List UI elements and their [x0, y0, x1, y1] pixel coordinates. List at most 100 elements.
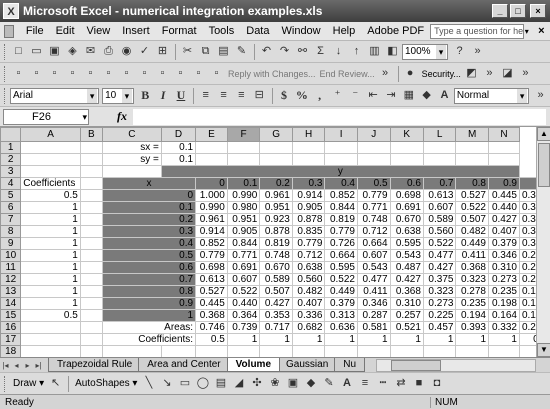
font-color-icon[interactable]: A [338, 375, 355, 392]
cell[interactable] [20, 345, 81, 357]
toolbar-options-icon[interactable]: » [517, 65, 534, 82]
cell[interactable] [291, 345, 326, 357]
new-icon[interactable]: □ [10, 43, 27, 60]
close-button[interactable]: × [530, 4, 546, 18]
row-header[interactable]: 10 [0, 249, 22, 262]
column-header[interactable]: B [79, 127, 103, 142]
data-cell[interactable]: 1.000 [195, 189, 228, 202]
toolbar-grip[interactable] [4, 65, 7, 82]
data-cell[interactable]: 0.164 [488, 309, 520, 322]
column-coefficient[interactable]: 1 [324, 333, 358, 346]
data-cell[interactable]: 0.313 [324, 309, 358, 322]
menu-view[interactable]: View [81, 23, 117, 40]
spelling-icon[interactable]: ✓ [136, 43, 153, 60]
y-value-header[interactable]: 0.9 [488, 177, 520, 190]
cell[interactable] [20, 165, 81, 178]
fill-color-icon[interactable]: ◆ [302, 375, 319, 392]
cell[interactable] [20, 333, 81, 346]
cell[interactable] [79, 273, 103, 286]
row-header[interactable]: 16 [0, 321, 22, 334]
row-header[interactable]: 6 [0, 201, 22, 214]
last-sheet-icon[interactable]: ▸| [33, 359, 44, 372]
column-coefficient[interactable]: 1 [422, 333, 457, 346]
row-header[interactable]: 14 [0, 297, 22, 310]
tab-area-and-center[interactable]: Area and Center [138, 358, 230, 372]
data-cell[interactable]: 0.368 [195, 309, 228, 322]
menu-tools[interactable]: Tools [203, 23, 241, 40]
areas-label[interactable]: Areas: [101, 321, 197, 334]
permission-icon[interactable]: ◈ [64, 43, 81, 60]
open-icon[interactable]: ▭ [28, 43, 45, 60]
visual-basic-icon[interactable]: ◩ [463, 65, 480, 82]
data-cell[interactable]: 0.449 [455, 237, 489, 250]
chart-wizard-icon[interactable]: ▥ [366, 43, 383, 60]
data-cell[interactable]: 0.595 [324, 261, 358, 274]
data-cell[interactable]: 0.487 [389, 261, 424, 274]
align-center-icon[interactable]: ≡ [215, 87, 232, 104]
coefficients-header[interactable]: Coefficients [20, 177, 81, 190]
cell[interactable] [195, 345, 228, 357]
currency-button[interactable]: $ [276, 87, 293, 104]
column-coefficient[interactable]: 0.5 [195, 333, 228, 346]
decrease-indent-icon[interactable]: ⇤ [365, 87, 382, 104]
tab-trapezoidal-rule[interactable]: Trapezoidal Rule [48, 358, 142, 372]
row-coefficient[interactable]: 1 [20, 225, 81, 238]
cell[interactable] [79, 165, 103, 178]
data-cell[interactable]: 0.990 [195, 201, 228, 214]
horizontal-scrollbar[interactable] [376, 358, 536, 372]
toolbar-options-icon[interactable]: » [481, 65, 498, 82]
dash-style-icon[interactable]: ┅ [374, 375, 391, 392]
review-icon-12[interactable]: ▫ [208, 65, 225, 82]
chart-icon[interactable]: ◪ [499, 65, 516, 82]
review-icon-8[interactable]: ▫ [136, 65, 153, 82]
research-icon[interactable]: ⊞ [154, 43, 171, 60]
increase-indent-icon[interactable]: ⇥ [383, 87, 400, 104]
borders-icon[interactable]: ▦ [400, 87, 417, 104]
maximize-button[interactable]: □ [510, 4, 526, 18]
data-cell[interactable]: 0.477 [422, 249, 457, 262]
data-cell[interactable]: 0.336 [291, 309, 326, 322]
column-coefficient[interactable]: 1 [455, 333, 489, 346]
data-cell[interactable]: 0.638 [291, 261, 326, 274]
cell[interactable] [488, 153, 520, 166]
review-icon-9[interactable]: ▫ [154, 65, 171, 82]
review-icon-10[interactable]: ▫ [172, 65, 189, 82]
toolbar-grip[interactable] [4, 43, 7, 60]
data-cell[interactable]: 0.691 [226, 261, 261, 274]
workbook-icon[interactable] [4, 24, 14, 38]
3d-icon[interactable]: ◘ [428, 375, 445, 392]
data-cell[interactable]: 0.449 [324, 285, 358, 298]
cell[interactable] [101, 165, 162, 178]
cell[interactable] [195, 141, 228, 154]
underline-button[interactable]: U [173, 87, 190, 104]
cell[interactable] [20, 321, 81, 334]
y-value-header[interactable]: 0.6 [389, 177, 424, 190]
cell[interactable] [356, 141, 391, 154]
data-cell[interactable]: 0.235 [455, 297, 489, 310]
workbook-close-icon[interactable]: × [537, 25, 546, 37]
y-value-header[interactable]: 0 [195, 177, 228, 190]
cell[interactable] [389, 153, 424, 166]
save-icon[interactable]: ▣ [46, 43, 63, 60]
vertical-scrollbar[interactable]: ▲ ▼ [536, 127, 550, 357]
menu-adobe-pdf[interactable]: Adobe PDF [361, 23, 430, 40]
cell[interactable] [79, 189, 103, 202]
data-cell[interactable]: 0.477 [356, 273, 391, 286]
security-button[interactable]: Security... [422, 69, 461, 79]
drawing-icon[interactable]: ◧ [384, 43, 401, 60]
copy-icon[interactable]: ⧉ [197, 43, 214, 60]
data-cell[interactable]: 0.353 [259, 309, 293, 322]
row-coefficient[interactable]: 0.5 [20, 189, 81, 202]
review-icon-11[interactable]: ▫ [190, 65, 207, 82]
cell[interactable] [356, 345, 391, 357]
italic-button[interactable]: I [155, 87, 172, 104]
cell[interactable] [20, 141, 81, 154]
column-coefficient[interactable]: 1 [389, 333, 424, 346]
paste-icon[interactable]: ▤ [215, 43, 232, 60]
sort-ascending-icon[interactable]: ↓ [330, 43, 347, 60]
x-value[interactable]: 0.1 [101, 201, 197, 214]
x-value[interactable]: 0.5 [101, 249, 197, 262]
data-cell[interactable]: 0.445 [195, 297, 228, 310]
tab-nu[interactable]: Nu [334, 358, 366, 372]
data-cell[interactable]: 0.427 [422, 261, 457, 274]
